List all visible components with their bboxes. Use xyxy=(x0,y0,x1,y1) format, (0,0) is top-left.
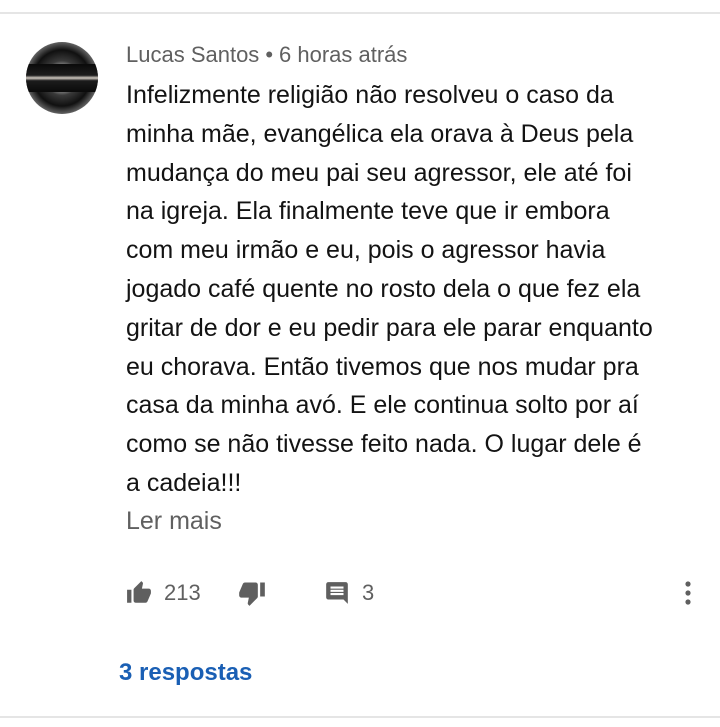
comment-icon xyxy=(326,582,348,604)
top-divider xyxy=(0,12,720,14)
comment-line: como se não tivesse feito nada. O lugar … xyxy=(126,430,642,459)
like-count: 213 xyxy=(164,580,201,605)
read-more-link[interactable]: Ler mais xyxy=(126,506,222,536)
comment-line: mudança do meu pai seu agressor, ele até… xyxy=(126,158,632,187)
dislike-button[interactable] xyxy=(238,578,266,608)
comment-line: Infelizmente religião não resolveu o cas… xyxy=(126,81,614,109)
avatar[interactable] xyxy=(26,42,98,114)
comment-line: casa da minha avó. E ele continua solto … xyxy=(126,391,639,420)
comment-line: jogado café quente no rosto dela o que f… xyxy=(126,274,641,303)
comment-line: gritar de dor e eu pedir para ele parar … xyxy=(126,313,653,342)
more-vertical-icon xyxy=(685,581,691,605)
comment-line: minha mãe, evangélica ela orava à Deus p… xyxy=(126,119,634,148)
meta-separator: • xyxy=(265,42,274,67)
thumbs-up-icon xyxy=(127,581,151,603)
like-button[interactable]: 213 xyxy=(126,578,201,608)
comment-line: com meu irmão e eu, pois o agressor havi… xyxy=(126,236,606,265)
view-replies-link[interactable]: 3 respostas xyxy=(119,658,252,688)
comment-text: Infelizmente religião não resolveu o cas… xyxy=(126,76,706,503)
comment-time: 6 horas atrás xyxy=(279,42,408,67)
thumbs-down-icon xyxy=(239,582,265,606)
author-name[interactable]: Lucas Santos xyxy=(126,42,259,67)
comment-line: a cadeia!!! xyxy=(126,468,242,497)
bottom-divider xyxy=(0,716,720,718)
reply-button[interactable]: 3 xyxy=(324,578,374,608)
reply-count: 3 xyxy=(362,580,375,605)
comment-meta: Lucas Santos • 6 horas atrás xyxy=(126,42,407,68)
comment-line: eu chorava. Então tivemos que nos mudar … xyxy=(126,352,639,381)
more-options-button[interactable] xyxy=(676,580,700,606)
comment-line: na igreja. Ela finalmente teve que ir em… xyxy=(126,197,610,226)
